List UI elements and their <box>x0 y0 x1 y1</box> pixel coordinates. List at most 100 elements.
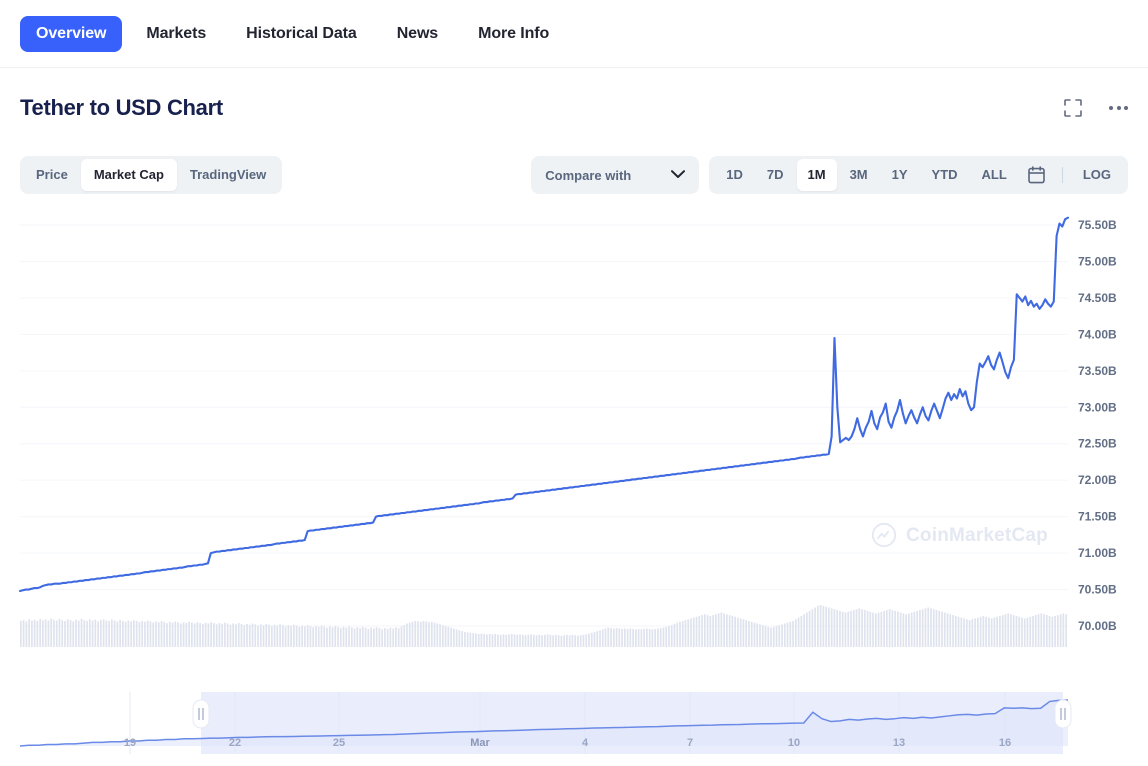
nav-item-historical-data[interactable]: Historical Data <box>230 16 373 52</box>
volume-bar <box>88 619 91 647</box>
navigator-tick: 13 <box>893 737 905 749</box>
volume-bar <box>811 609 814 647</box>
chart-type-market-cap[interactable]: Market Cap <box>80 159 177 191</box>
volume-bar <box>538 634 541 647</box>
volume-bar <box>1062 613 1065 647</box>
volume-bar <box>974 618 976 647</box>
volume-bar <box>455 629 458 647</box>
volume-bar <box>25 621 28 647</box>
range-3m[interactable]: 3M <box>839 159 879 191</box>
range-ytd[interactable]: YTD <box>921 159 969 191</box>
more-options-icon[interactable] <box>1109 106 1128 110</box>
volume-bar <box>976 617 979 647</box>
volume-bar <box>1001 615 1004 647</box>
range-1d[interactable]: 1D <box>715 159 754 191</box>
nav-item-markets[interactable]: Markets <box>130 16 222 52</box>
nav-item-news[interactable]: News <box>381 16 454 52</box>
volume-bar <box>337 626 339 647</box>
log-scale-toggle[interactable]: LOG <box>1072 159 1122 191</box>
volume-bar <box>610 628 612 647</box>
range-1m[interactable]: 1M <box>796 159 837 191</box>
volume-bar <box>772 626 775 647</box>
volume-bar <box>334 626 337 647</box>
navigator-tick: 22 <box>229 737 241 749</box>
volume-bar <box>293 624 295 647</box>
volume-bar <box>190 622 193 647</box>
volume-bar <box>359 628 361 647</box>
chart-header: Tether to USD Chart <box>0 85 1148 131</box>
page-title: Tether to USD Chart <box>20 95 223 120</box>
volume-bar <box>781 624 783 647</box>
volume-bar <box>458 630 461 647</box>
volume-bar <box>544 634 546 647</box>
volume-bar <box>375 627 378 647</box>
volume-bar <box>273 624 276 647</box>
volume-bar <box>668 626 670 647</box>
volume-bar <box>588 633 590 647</box>
range-all[interactable]: ALL <box>971 159 1018 191</box>
nav-item-overview[interactable]: Overview <box>20 15 123 52</box>
chart-type-tradingview[interactable]: TradingView <box>177 159 279 191</box>
volume-bar <box>1010 614 1012 647</box>
range-1y[interactable]: 1Y <box>881 159 919 191</box>
volume-bar <box>1056 615 1059 647</box>
calendar-icon[interactable] <box>1020 166 1053 184</box>
volume-bar <box>422 620 425 647</box>
navigator-left-handle[interactable] <box>192 699 210 729</box>
nav-item-more-info[interactable]: More Info <box>462 16 565 52</box>
volume-bar <box>259 624 262 647</box>
volume-bar <box>157 622 160 647</box>
volume-bar <box>146 620 149 647</box>
volume-bar <box>869 611 872 647</box>
chart-type-price[interactable]: Price <box>23 159 81 191</box>
volume-bar <box>737 617 739 647</box>
volume-bar <box>657 628 659 647</box>
volume-bar <box>938 610 941 647</box>
chart-navigator-svg[interactable]: 19 22 25 Mar 4 7 10 13 16 <box>0 690 1148 766</box>
volume-bar <box>55 620 58 647</box>
volume-bar <box>218 623 221 647</box>
y-axis-tick: 74.50B <box>1078 291 1117 305</box>
volume-bar <box>268 624 270 647</box>
volume-bar <box>320 625 323 647</box>
volume-bar <box>894 610 896 647</box>
volume-bar <box>1023 618 1026 647</box>
volume-bar <box>475 633 477 647</box>
volume-bar <box>483 633 486 647</box>
expand-icon[interactable] <box>1063 98 1083 118</box>
market-cap-chart-svg[interactable]: CoinMarketCap 70.00B 70.50B 71.00B 71.50B 72… <box>0 205 1148 665</box>
chart-navigator[interactable]: 19 22 25 Mar 4 7 10 13 16 <box>0 690 1148 766</box>
volume-bar <box>185 623 188 647</box>
volume-bar <box>676 622 679 647</box>
volume-bar <box>1045 615 1048 647</box>
volume-bar <box>563 635 566 647</box>
volume-bar <box>113 620 116 647</box>
volume-bar <box>640 629 643 647</box>
volume-bar <box>188 621 190 647</box>
volume-bar <box>910 612 913 647</box>
volume-bar <box>519 634 521 647</box>
volume-bar <box>306 625 309 647</box>
market-cap-chart[interactable]: CoinMarketCap 70.00B 70.50B 71.00B 71.50B 72… <box>0 205 1148 665</box>
volume-bar <box>1040 613 1043 647</box>
volume-bar <box>891 610 894 647</box>
volume-bar <box>734 616 736 647</box>
chart-type-switcher: Price Market Cap TradingView <box>20 156 283 194</box>
volume-bar <box>433 622 436 647</box>
volume-bar <box>130 621 133 647</box>
volume-bar <box>690 618 692 647</box>
navigator-right-handle[interactable] <box>1054 699 1072 729</box>
volume-bar <box>243 625 246 647</box>
range-7d[interactable]: 7D <box>756 159 795 191</box>
volume-bar <box>789 621 792 647</box>
volume-bar <box>885 610 888 647</box>
volume-bar <box>406 623 408 647</box>
volume-bar <box>397 628 400 647</box>
volume-bar <box>102 619 105 647</box>
compare-with-dropdown[interactable]: Compare with <box>531 156 700 194</box>
volume-bar <box>1021 617 1023 647</box>
volume-bar <box>618 628 621 647</box>
volume-bar <box>58 618 61 647</box>
volume-bar <box>47 620 50 647</box>
volume-bar <box>960 617 963 647</box>
